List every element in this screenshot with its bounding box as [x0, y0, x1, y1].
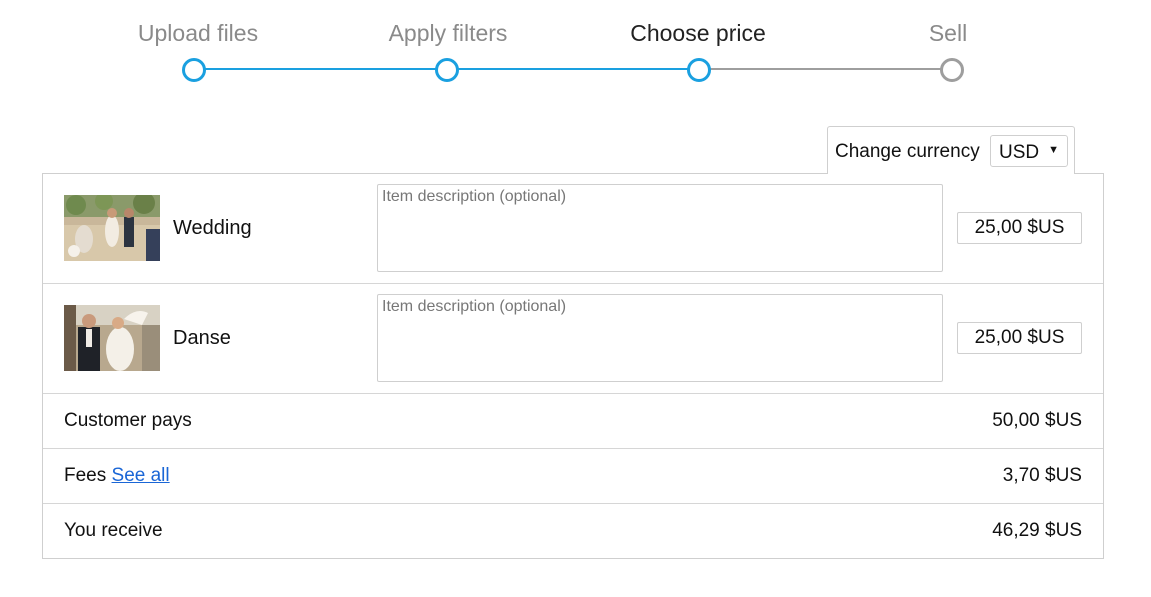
step-dot-apply-filters[interactable] — [435, 58, 459, 82]
you-receive-value: 46,29 $US — [992, 520, 1082, 541]
currency-tab: Change currency USD ▼ — [827, 126, 1075, 174]
item-description-input[interactable] — [377, 294, 943, 382]
step-label-sell: Sell — [928, 20, 968, 46]
fees-row: Fees See all 3,70 $US — [43, 449, 1103, 504]
step-connector-1 — [194, 68, 447, 70]
pricing-panel: Wedding 25,00 $US Danse 25,00 $US Custom — [42, 173, 1104, 559]
fees-label-group: Fees See all — [64, 465, 170, 487]
progress-stepper: Upload files Apply filters Choose price … — [0, 0, 1151, 100]
item-name: Wedding — [173, 217, 252, 239]
wedding-thumbnail — [64, 195, 160, 261]
currency-label: Change currency — [835, 141, 980, 162]
currency-select[interactable]: USD ▼ — [990, 135, 1068, 167]
fees-label: Fees — [64, 465, 107, 486]
step-dot-upload-files[interactable] — [182, 58, 206, 82]
step-connector-2 — [447, 68, 699, 70]
item-price-input[interactable]: 25,00 $US — [957, 322, 1082, 354]
step-connector-3 — [699, 68, 952, 70]
customer-pays-label: Customer pays — [64, 410, 192, 431]
step-label-apply-filters[interactable]: Apply filters — [389, 20, 508, 47]
step-dot-choose-price[interactable] — [687, 58, 711, 82]
step-label-upload-files[interactable]: Upload files — [138, 20, 258, 47]
item-name: Danse — [173, 327, 231, 349]
item-row: Wedding 25,00 $US — [43, 174, 1103, 284]
currency-value: USD — [999, 142, 1040, 163]
dance-thumbnail — [64, 305, 160, 371]
step-label-choose-price: Choose price — [630, 20, 766, 46]
see-all-fees-link[interactable]: See all — [112, 465, 170, 486]
you-receive-label: You receive — [64, 520, 163, 541]
customer-pays-row: Customer pays 50,00 $US — [43, 394, 1103, 449]
item-description-input[interactable] — [377, 184, 943, 272]
item-price-input[interactable]: 25,00 $US — [957, 212, 1082, 244]
dropdown-arrow-icon: ▼ — [1048, 144, 1059, 156]
customer-pays-value: 50,00 $US — [992, 410, 1082, 431]
you-receive-row: You receive 46,29 $US — [43, 504, 1103, 559]
item-row: Danse 25,00 $US — [43, 284, 1103, 394]
step-dot-sell — [940, 58, 964, 82]
fees-value: 3,70 $US — [1002, 465, 1082, 486]
